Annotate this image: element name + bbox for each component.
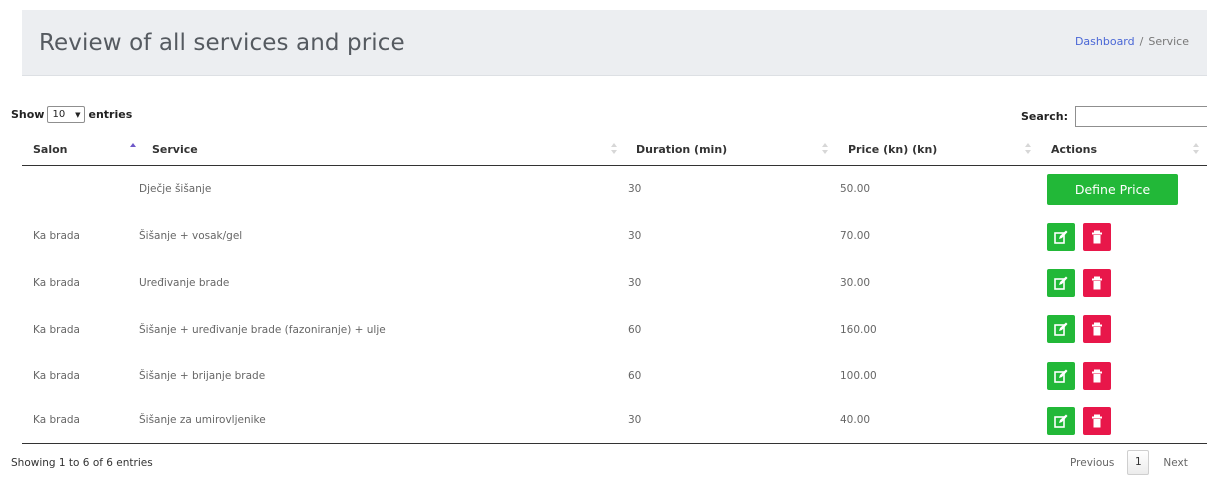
edit-button[interactable] bbox=[1047, 407, 1075, 435]
table-bottom-border bbox=[22, 443, 1207, 444]
breadcrumb-dashboard-link[interactable]: Dashboard bbox=[1075, 35, 1135, 48]
delete-button[interactable] bbox=[1083, 315, 1111, 343]
table-row: Dječje šišanje 30 50.00 Define Price bbox=[22, 166, 1207, 213]
breadcrumb-separator: / bbox=[1139, 35, 1144, 48]
edit-icon bbox=[1054, 322, 1068, 336]
page-header: Review of all services and price Dashboa… bbox=[22, 10, 1207, 76]
sort-ascending-icon[interactable] bbox=[130, 141, 138, 157]
delete-button[interactable] bbox=[1083, 362, 1111, 390]
pagination: Previous 1 Next bbox=[1070, 450, 1188, 475]
breadcrumb: Dashboard / Service bbox=[1075, 35, 1189, 48]
cell-duration: 30 bbox=[628, 183, 642, 195]
edit-icon bbox=[1054, 276, 1068, 290]
search-label: Search: bbox=[1021, 110, 1068, 123]
define-price-button[interactable]: Define Price bbox=[1047, 174, 1178, 205]
column-header-service[interactable]: Service bbox=[152, 137, 198, 165]
trash-icon bbox=[1092, 322, 1102, 336]
cell-service: Dječje šišanje bbox=[139, 183, 212, 195]
cell-duration: 30 bbox=[628, 414, 642, 426]
page-title: Review of all services and price bbox=[39, 30, 405, 56]
table-row: Ka brada Šišanje za umirovljenike 30 40.… bbox=[22, 397, 1207, 444]
entries-select[interactable]: 10 ▼ bbox=[47, 106, 86, 123]
column-header-price[interactable]: Price (kn) (kn) bbox=[848, 137, 937, 165]
cell-service: Šišanje za umirovljenike bbox=[139, 414, 266, 426]
cell-salon: Ka brada bbox=[33, 324, 80, 336]
edit-icon bbox=[1054, 414, 1068, 428]
show-label: Show bbox=[11, 108, 45, 121]
breadcrumb-current: Service bbox=[1148, 35, 1189, 48]
sort-icon[interactable] bbox=[1193, 141, 1201, 157]
cell-price: 70.00 bbox=[840, 230, 871, 242]
cell-duration: 30 bbox=[628, 277, 642, 289]
table-row: Ka brada Šišanje + vosak/gel 30 70.00 bbox=[22, 213, 1207, 260]
edit-icon bbox=[1054, 230, 1068, 244]
column-header-actions[interactable]: Actions bbox=[1051, 137, 1097, 165]
table-header: Salon Service Duration (min) Price (kn) … bbox=[22, 137, 1207, 166]
cell-salon: Ka brada bbox=[33, 277, 80, 289]
trash-icon bbox=[1092, 276, 1102, 290]
search-input[interactable] bbox=[1074, 106, 1207, 127]
edit-button[interactable] bbox=[1047, 315, 1075, 343]
cell-salon: Ka brada bbox=[33, 370, 80, 382]
page-1-button[interactable]: 1 bbox=[1127, 450, 1150, 475]
edit-icon bbox=[1054, 369, 1068, 383]
cell-service: Šišanje + brijanje brade bbox=[139, 370, 266, 382]
edit-button[interactable] bbox=[1047, 362, 1075, 390]
cell-price: 30.00 bbox=[840, 277, 871, 289]
table-row: Ka brada Šišanje + uređivanje brade (faz… bbox=[22, 307, 1207, 354]
entries-length-control: Show 10 ▼ entries bbox=[11, 106, 132, 123]
entries-select-value: 10 bbox=[52, 109, 66, 120]
edit-button[interactable] bbox=[1047, 223, 1075, 251]
sort-icon[interactable] bbox=[611, 141, 619, 157]
trash-icon bbox=[1092, 369, 1102, 383]
trash-icon bbox=[1092, 230, 1102, 244]
search-control: Search: bbox=[1021, 106, 1207, 127]
cell-salon: Ka brada bbox=[33, 414, 80, 426]
trash-icon bbox=[1092, 414, 1102, 428]
cell-duration: 60 bbox=[628, 370, 642, 382]
delete-button[interactable] bbox=[1083, 269, 1111, 297]
column-header-salon[interactable]: Salon bbox=[33, 137, 68, 165]
entries-label: entries bbox=[88, 108, 133, 121]
next-page-button[interactable]: Next bbox=[1163, 457, 1187, 469]
previous-page-button[interactable]: Previous bbox=[1070, 457, 1114, 469]
cell-service: Šišanje + uređivanje brade (fazoniranje)… bbox=[139, 324, 386, 336]
column-header-duration[interactable]: Duration (min) bbox=[636, 137, 727, 165]
cell-service: Šišanje + vosak/gel bbox=[139, 230, 243, 242]
table-info: Showing 1 to 6 of 6 entries bbox=[11, 457, 153, 469]
cell-duration: 30 bbox=[628, 230, 642, 242]
cell-price: 160.00 bbox=[840, 324, 877, 336]
cell-price: 40.00 bbox=[840, 414, 871, 426]
sort-icon[interactable] bbox=[1025, 141, 1033, 157]
delete-button[interactable] bbox=[1083, 407, 1111, 435]
table-row: Ka brada Uređivanje brade 30 30.00 bbox=[22, 260, 1207, 307]
cell-price: 100.00 bbox=[840, 370, 877, 382]
chevron-down-icon: ▼ bbox=[75, 110, 81, 119]
cell-service: Uređivanje brade bbox=[139, 277, 230, 289]
table-row: Ka brada Šišanje + brijanje brade 60 100… bbox=[22, 353, 1207, 400]
cell-price: 50.00 bbox=[840, 183, 871, 195]
cell-salon: Ka brada bbox=[33, 230, 80, 242]
edit-button[interactable] bbox=[1047, 269, 1075, 297]
cell-duration: 60 bbox=[628, 324, 642, 336]
delete-button[interactable] bbox=[1083, 223, 1111, 251]
sort-icon[interactable] bbox=[822, 141, 830, 157]
